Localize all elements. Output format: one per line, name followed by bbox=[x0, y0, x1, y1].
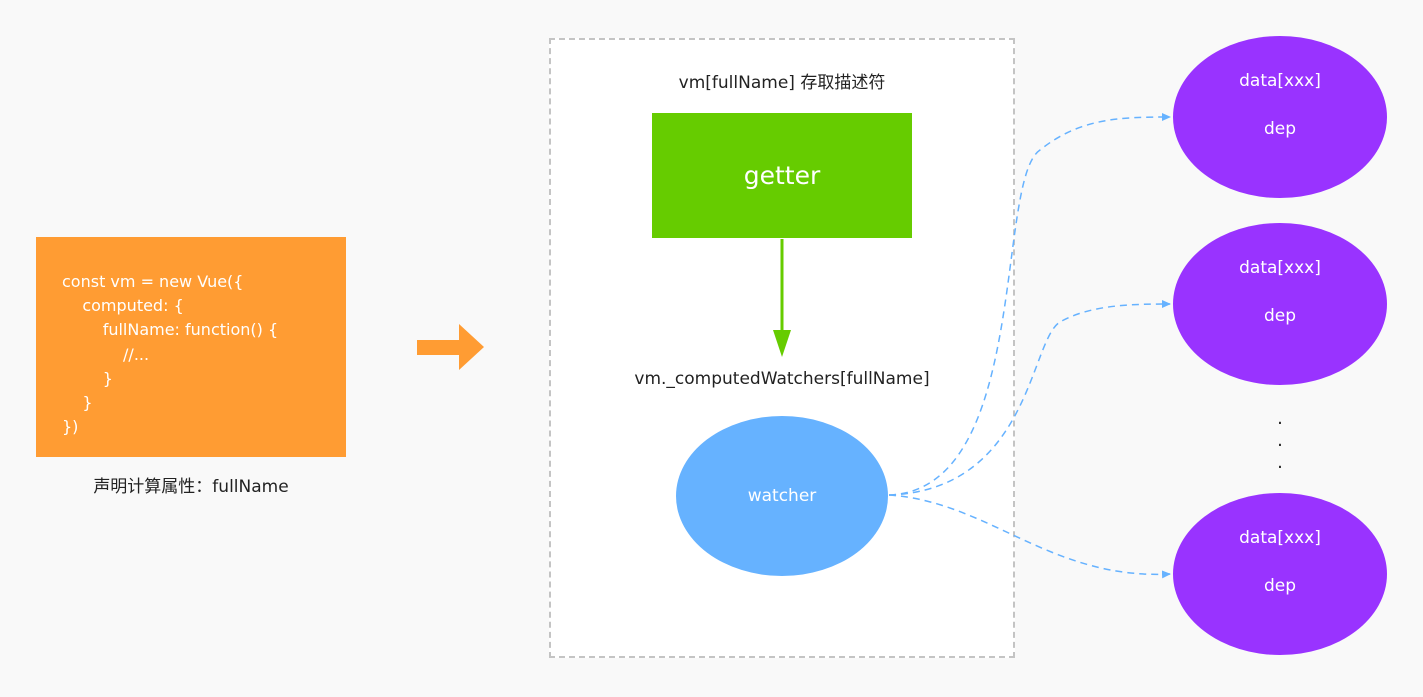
flow-arrow-icon bbox=[417, 324, 484, 370]
watcher-to-dep-edge bbox=[888, 113, 1171, 496]
getter-arrowhead-icon bbox=[773, 330, 791, 357]
watcher-to-dep-edge bbox=[888, 300, 1171, 496]
connector-layer bbox=[417, 113, 1171, 579]
watcher-to-dep-edge bbox=[888, 494, 1171, 579]
